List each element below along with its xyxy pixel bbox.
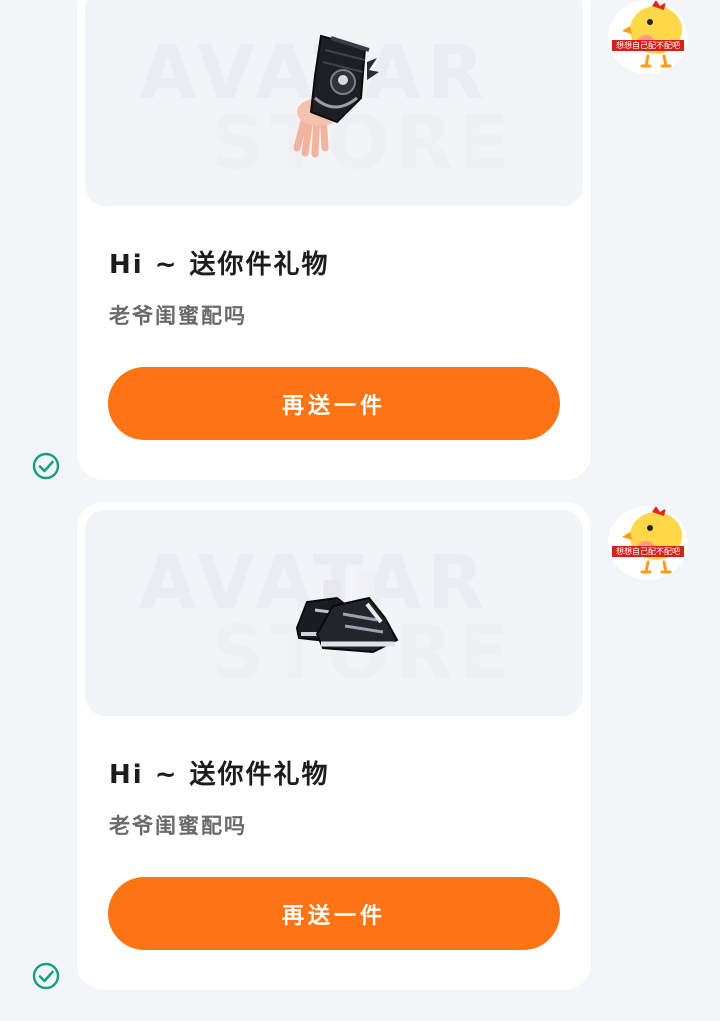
gift-subtitle: 老爷闺蜜配吗 [109, 814, 247, 838]
send-another-button[interactable]: 再送一件 [108, 877, 560, 950]
sender-avatar[interactable]: 想想自己配不配吧 [608, 506, 688, 580]
check-circle-icon [32, 452, 60, 480]
gift-preview[interactable]: AVATAR STORE [85, 510, 583, 716]
gift-subtitle: 老爷闺蜜配吗 [109, 304, 247, 328]
gift-title: Hi ~ 送你件礼物 [109, 250, 330, 280]
gift-card: AVATAR STORE Hi ~ 送你件礼物 老爷闺蜜配吗 再送一件 [77, 0, 591, 480]
glove-icon [293, 34, 379, 158]
chick-avatar-icon [622, 0, 682, 68]
sneakers-icon [295, 570, 399, 654]
avatar-caption: 想想自己配不配吧 [612, 546, 684, 557]
avatar-caption: 想想自己配不配吧 [612, 40, 684, 51]
send-another-button[interactable]: 再送一件 [108, 367, 560, 440]
gift-preview[interactable]: AVATAR STORE [85, 0, 583, 206]
check-circle-icon [32, 962, 60, 990]
gift-title: Hi ~ 送你件礼物 [109, 760, 330, 790]
sender-avatar[interactable]: 想想自己配不配吧 [608, 0, 688, 74]
chick-avatar-icon [622, 506, 682, 574]
gift-card: AVATAR STORE Hi ~ 送你件礼物 老爷闺蜜配吗 再送一件 [77, 502, 591, 990]
